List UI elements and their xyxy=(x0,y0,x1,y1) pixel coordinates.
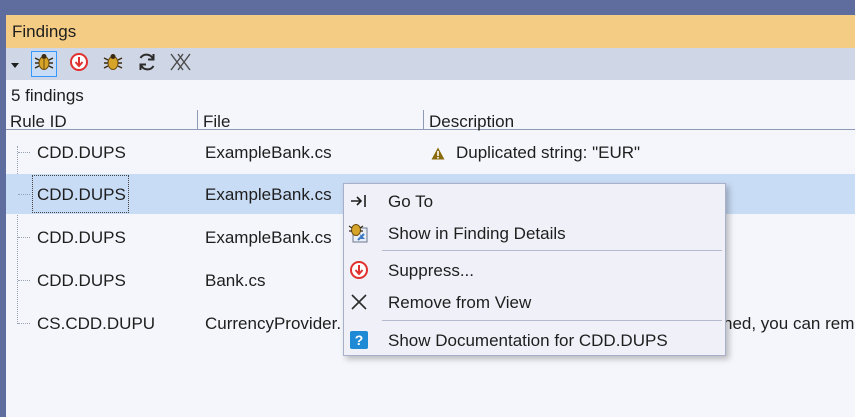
findings-toolbar xyxy=(6,48,855,80)
svg-text:?: ? xyxy=(355,332,364,348)
menu-item-remove-from-view[interactable]: Remove from View xyxy=(344,287,725,317)
toolbar-dropdown-button[interactable] xyxy=(8,51,22,77)
findings-count: 5 findings xyxy=(11,86,84,105)
file-cell: ExampleBank.cs xyxy=(205,185,332,204)
tree-connector xyxy=(18,194,30,195)
bug-icon xyxy=(103,52,123,77)
rule-id-cell: CDD.DUPS xyxy=(37,271,126,290)
menu-item-go-to[interactable]: Go To xyxy=(344,186,725,216)
tree-connector xyxy=(18,323,30,324)
rule-id-cell: CDD.DUPS xyxy=(37,228,126,247)
table-row[interactable]: CDD.DUPS ExampleBank.cs Duplicated strin… xyxy=(6,132,855,172)
window-frame-top xyxy=(0,0,855,15)
bug-filter-button[interactable] xyxy=(100,51,126,77)
description-cell: Duplicated string: "EUR" xyxy=(456,143,641,162)
column-divider[interactable] xyxy=(423,110,424,129)
clear-icon xyxy=(169,52,193,77)
go-to-icon xyxy=(348,190,370,212)
menu-item-label: Show in Finding Details xyxy=(388,224,566,243)
description-cell: ned, you can rem xyxy=(723,314,855,333)
close-icon xyxy=(348,291,370,313)
show-findings-button[interactable] xyxy=(31,51,57,77)
panel-titlebar[interactable]: Findings xyxy=(6,15,855,48)
file-cell: ExampleBank.cs xyxy=(205,228,332,247)
table-header: Rule ID File Description xyxy=(6,110,855,131)
menu-item-label: Go To xyxy=(388,192,434,211)
warning-icon xyxy=(431,145,445,165)
tree-connector xyxy=(18,280,30,281)
menu-item-label: Suppress... xyxy=(388,261,474,280)
column-header-description[interactable]: Description xyxy=(429,110,514,131)
suppress-icon xyxy=(69,52,89,77)
bug-icon xyxy=(34,52,54,77)
finding-details-icon xyxy=(348,222,370,244)
menu-separator xyxy=(382,320,722,321)
file-cell: Bank.cs xyxy=(205,271,266,290)
refresh-icon xyxy=(136,51,158,78)
menu-item-show-documentation[interactable]: ? Show Documentation for CDD.DUPS xyxy=(344,325,725,355)
help-icon: ? xyxy=(348,329,370,351)
menu-item-label: Show Documentation for CDD.DUPS xyxy=(388,331,668,350)
rule-id-cell: CDD.DUPS xyxy=(37,143,126,162)
menu-separator xyxy=(382,250,722,251)
dropdown-arrow-icon xyxy=(11,54,19,74)
suppress-toolbar-button[interactable] xyxy=(66,51,92,77)
panel-title: Findings xyxy=(12,22,77,41)
column-header-file[interactable]: File xyxy=(203,110,230,131)
refresh-button[interactable] xyxy=(134,51,160,77)
tree-connector xyxy=(18,152,30,153)
clear-button[interactable] xyxy=(168,51,194,77)
rule-id-cell: CS.CDD.DUPU xyxy=(37,314,156,333)
column-header-rule-id[interactable]: Rule ID xyxy=(10,110,67,131)
menu-item-suppress[interactable]: Suppress... xyxy=(344,255,725,285)
tree-connector xyxy=(18,237,30,238)
rule-id-cell: CDD.DUPS xyxy=(37,185,126,204)
menu-item-label: Remove from View xyxy=(388,293,532,312)
context-menu: Go To Show in Finding Details Suppress..… xyxy=(343,183,726,356)
file-cell: CurrencyProvider. xyxy=(205,314,342,333)
menu-item-show-in-finding-details[interactable]: Show in Finding Details xyxy=(344,218,725,248)
column-divider[interactable] xyxy=(197,110,198,129)
suppress-icon xyxy=(348,259,370,281)
file-cell: ExampleBank.cs xyxy=(205,143,332,162)
